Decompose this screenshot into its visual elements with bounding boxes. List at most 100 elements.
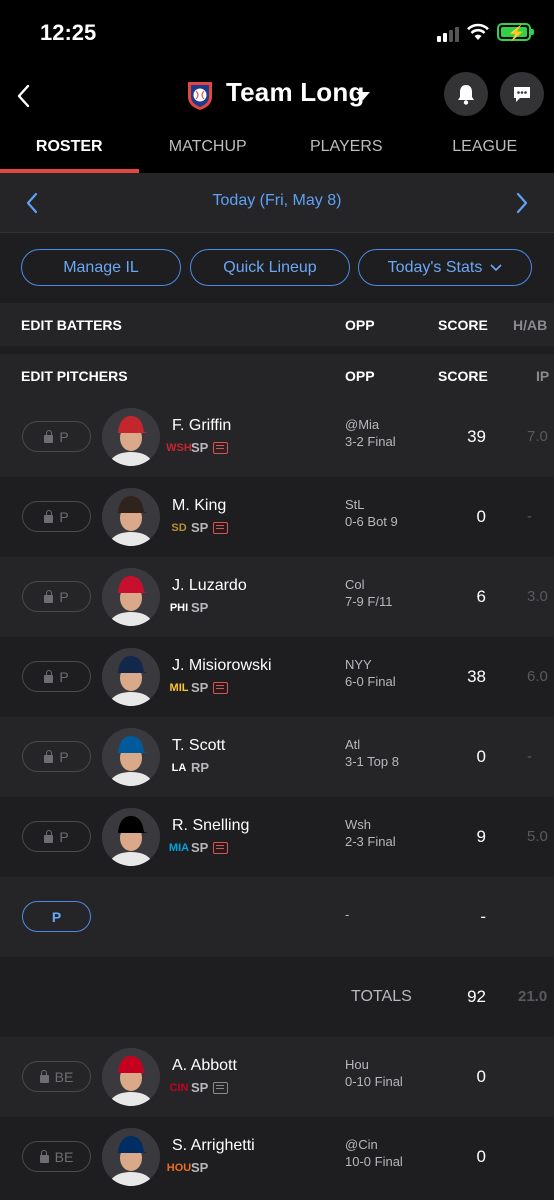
opponent: Atl xyxy=(345,737,361,752)
player-name[interactable]: R. Snelling xyxy=(172,817,249,835)
innings-pitched: 7.0 xyxy=(527,428,548,445)
player-headshot[interactable] xyxy=(102,1128,160,1186)
totals-score: 92 xyxy=(467,987,486,1006)
player-name[interactable]: J. Misiorowski xyxy=(172,657,272,675)
divider xyxy=(0,346,554,354)
news-icon[interactable] xyxy=(213,841,229,854)
edit-batters-link[interactable]: EDIT BATTERS xyxy=(21,317,122,333)
lineup-slot-button[interactable]: BE xyxy=(22,1141,91,1172)
pitcher-row[interactable]: P J. Misiorowski MIL SP NYY 6-0 Final 38 6.0 xyxy=(0,637,554,717)
empty-slot-button[interactable]: P xyxy=(22,901,91,932)
manage-il-button[interactable]: Manage IL xyxy=(21,249,181,286)
team-dropdown-icon[interactable] xyxy=(356,92,370,100)
opp-column-header: OPP xyxy=(345,368,375,384)
news-icon[interactable] xyxy=(213,441,229,454)
game-result: 6-0 Final xyxy=(345,674,396,689)
opponent: StL xyxy=(345,497,365,512)
player-meta: SD SP xyxy=(171,520,229,535)
player-score: 9 xyxy=(476,827,486,846)
lineup-slot-button[interactable]: P xyxy=(22,501,91,532)
player-headshot[interactable] xyxy=(102,728,160,786)
opponent: Hou xyxy=(345,1057,369,1072)
innings-pitched: 6.0 xyxy=(527,668,548,685)
notifications-button[interactable] xyxy=(444,72,488,116)
game-result: 0-10 Final xyxy=(345,1074,403,1089)
player-position: SP xyxy=(191,520,209,535)
game-result: 2-3 Final xyxy=(345,834,396,849)
lineup-slot-button[interactable]: P xyxy=(22,421,91,452)
lock-icon xyxy=(44,669,54,683)
player-meta: MIA SP xyxy=(169,840,229,855)
tab-players[interactable]: PLAYERS xyxy=(277,130,416,173)
chat-icon xyxy=(514,87,530,102)
player-position: SP xyxy=(191,1080,209,1095)
next-day-icon[interactable] xyxy=(510,189,534,217)
lineup-slot-button[interactable]: BE xyxy=(22,1061,91,1092)
player-score: 38 xyxy=(467,667,486,686)
bench-row[interactable]: BE A. Abbott CIN SP Hou 0-10 Final 0 xyxy=(0,1037,554,1117)
pitchers-header: EDIT PITCHERS OPP SCORE IP xyxy=(0,354,554,397)
player-headshot[interactable] xyxy=(102,648,160,706)
lineup-slot-button[interactable]: P xyxy=(22,741,91,772)
player-name[interactable]: M. King xyxy=(172,497,226,515)
bench-row[interactable]: BE S. Arrighetti HOU SP @Cin 10-0 Final 0 xyxy=(0,1117,554,1197)
status-time: 12:25 xyxy=(40,20,97,45)
player-score: 0 xyxy=(476,507,486,526)
player-headshot[interactable] xyxy=(102,808,160,866)
player-name[interactable]: J. Luzardo xyxy=(172,577,247,595)
news-icon[interactable] xyxy=(213,521,229,534)
news-icon[interactable] xyxy=(213,1081,229,1094)
team-logo-icon: SD xyxy=(171,521,187,534)
player-meta: LA RP xyxy=(172,760,209,775)
pitcher-row[interactable]: P R. Snelling MIA SP Wsh 2-3 Final 9 5.0 xyxy=(0,797,554,877)
player-meta: HOU SP xyxy=(167,1160,209,1175)
player-name[interactable]: T. Scott xyxy=(172,737,225,755)
innings-pitched: 5.0 xyxy=(527,828,548,845)
hab-column-header: H/AB xyxy=(513,317,548,333)
tab-roster[interactable]: ROSTER xyxy=(0,130,139,173)
game-result: 7-9 F/11 xyxy=(345,594,393,609)
opp-column-header: OPP xyxy=(345,317,375,333)
opponent: NYY xyxy=(345,657,372,672)
team-logo-icon: WSH xyxy=(166,441,192,454)
player-headshot[interactable] xyxy=(102,488,160,546)
game-result: 10-0 Final xyxy=(345,1154,403,1169)
lineup-slot-button[interactable]: P xyxy=(22,821,91,852)
player-name[interactable]: S. Arrighetti xyxy=(172,1137,255,1155)
score-column-header: SCORE xyxy=(438,368,488,384)
lock-icon xyxy=(44,749,54,763)
team-logo-icon xyxy=(188,82,212,110)
lineup-slot-button[interactable]: P xyxy=(22,661,91,692)
player-meta: CIN SP xyxy=(170,1080,229,1095)
quick-lineup-button[interactable]: Quick Lineup xyxy=(190,249,350,286)
player-meta: WSH SP xyxy=(166,440,229,455)
tab-league[interactable]: LEAGUE xyxy=(416,130,554,173)
lineup-slot-button[interactable]: P xyxy=(22,581,91,612)
player-headshot[interactable] xyxy=(102,408,160,466)
batters-header: EDIT BATTERS OPP SCORE H/AB xyxy=(0,303,554,346)
current-date[interactable]: Today (Fri, May 8) xyxy=(0,192,554,210)
lock-icon xyxy=(44,429,54,443)
player-headshot[interactable] xyxy=(102,568,160,626)
pitcher-row[interactable]: P M. King SD SP StL 0-6 Bot 9 0 - xyxy=(0,477,554,557)
tab-matchup[interactable]: MATCHUP xyxy=(139,130,278,173)
news-icon[interactable] xyxy=(213,681,229,694)
pitcher-row[interactable]: P T. Scott LA RP Atl 3-1 Top 8 0 - xyxy=(0,717,554,797)
team-name[interactable]: Team Long xyxy=(226,77,365,108)
empty-pitcher-row: P-- xyxy=(0,877,554,957)
back-icon[interactable] xyxy=(12,78,36,114)
player-name[interactable]: F. Griffin xyxy=(172,417,231,435)
player-position: SP xyxy=(191,440,209,455)
slot-label: P xyxy=(59,508,69,525)
player-position: SP xyxy=(191,600,209,615)
edit-pitchers-link[interactable]: EDIT PITCHERS xyxy=(21,368,128,384)
pitcher-row[interactable]: P F. Griffin WSH SP @Mia 3-2 Final 39 7.0 xyxy=(0,397,554,477)
cell-signal-icon xyxy=(437,27,459,42)
todays-stats-button[interactable]: Today's Stats xyxy=(358,249,532,286)
player-headshot[interactable] xyxy=(102,1048,160,1106)
bell-icon xyxy=(458,85,474,105)
chat-button[interactable] xyxy=(500,72,544,116)
player-name[interactable]: A. Abbott xyxy=(172,1057,237,1075)
slot-label: BE xyxy=(54,1068,74,1085)
pitcher-row[interactable]: P J. Luzardo PHI SP Col 7-9 F/11 6 3.0 xyxy=(0,557,554,637)
